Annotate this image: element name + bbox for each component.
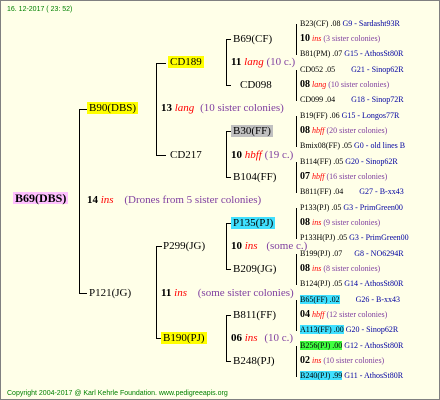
ancestor-row: P133H(PJ) .05 G3 - PrimGreen00 (300, 233, 409, 242)
father-note: (some sister colonies) (197, 287, 294, 299)
ancestor-row: B114(FF) .05 G20 - Sinop62R (300, 157, 398, 166)
connector (156, 155, 166, 156)
ancestor-row: B65(FF) .02 G26 - B-xx43 (300, 295, 401, 304)
sister-row: 08 lang (10 sister colonies) (300, 79, 390, 90)
ancestor-row: P133(PJ) .05 G3 - PrimGreen00 (300, 203, 403, 212)
ancestor-row: A113(FF) .00 G20 - Sinop62R (300, 325, 399, 334)
ancestor-row: B23(CF) .08 G9 - Sardasht93R (300, 19, 400, 28)
connector (296, 208, 297, 239)
p299-bee[interactable]: P299(JG) (161, 240, 207, 252)
sister-row: 07 hbff (16 sister colonies) (300, 171, 388, 182)
mother-code: lang (174, 102, 195, 114)
cd098-bee[interactable]: CD098 (238, 79, 274, 91)
ancestor-row: B81(PM) .07 G15 - AthosSt80R (300, 49, 404, 58)
cd189-bee[interactable]: CD189 (168, 56, 204, 68)
sister-row: 10 ins (3 sister colonies) (300, 33, 381, 44)
b811ff-bee[interactable]: B811(FF) (231, 309, 278, 321)
sister-row: 08 hbff (20 sister colonies) (300, 125, 388, 136)
b209jg-bee[interactable]: B209(JG) (231, 263, 278, 275)
root-num: 14 (87, 194, 98, 206)
connector (226, 39, 227, 86)
ancestor-row: B124(PJ) .05 G14 - AthosSt80R (300, 279, 404, 288)
connector (156, 246, 157, 339)
sister-row: 02 ins (10 sister colonies) (300, 355, 385, 366)
connector (296, 116, 297, 147)
connector (156, 63, 157, 156)
connector (226, 85, 231, 86)
connector (79, 109, 80, 294)
connector (79, 109, 87, 110)
sister-row: 08 ins (8 sister colonies) (300, 263, 381, 274)
root-note: (Drones from 5 sister colonies) (124, 194, 262, 206)
root-bee[interactable]: B69(DBS) (13, 192, 69, 204)
sister-row: 08 ins (9 sister colonies) (300, 217, 381, 228)
p299-info: 10 ins (some c.) (231, 240, 308, 252)
father-code: ins (174, 287, 187, 299)
ancestor-row: Bmix08(FF) .05 G0 - old lines B (300, 141, 406, 150)
connector (296, 346, 297, 377)
connector (226, 223, 227, 270)
cd217-bee[interactable]: CD217 (168, 149, 204, 161)
connector (79, 293, 87, 294)
ancestor-row: B256(PJ) .00 G12 - AthosSt80R (300, 341, 404, 350)
footer-copyright: Copyright 2004-2017 @ Karl Kehrle Founda… (7, 390, 228, 397)
father-num: 11 (161, 287, 172, 299)
mother-num: 13 (161, 102, 172, 114)
connector (296, 254, 297, 285)
b30ff-bee[interactable]: B30(FF) (231, 125, 273, 137)
connector (226, 315, 227, 362)
father-bee[interactable]: P121(JG) (87, 287, 133, 299)
b104ff-bee[interactable]: B104(FF) (231, 171, 278, 183)
connector (296, 162, 297, 193)
p135pj-bee[interactable]: P135(PJ) (231, 217, 276, 229)
b190-info: 06 ins (10 c.) (231, 332, 294, 344)
root-info: 14 ins (Drones from 5 sister colonies) (87, 194, 261, 206)
connector (156, 63, 166, 64)
pedigree-frame: 16. 12-2017 ( 23: 52) B69(DBS) 14 ins (D… (0, 0, 440, 400)
mother-bee[interactable]: B90(DBS) (87, 102, 139, 114)
header-date: 16. 12-2017 ( 23: 52) (7, 6, 73, 13)
connector (226, 131, 227, 178)
ancestor-row: B199(PJ) .07 G8 - NO6294R (300, 249, 404, 258)
ancestor-row: B811(FF) .04 G27 - B-xx43 (300, 187, 404, 196)
mother-note: (10 sister colonies) (200, 102, 284, 114)
ancestor-row: CD052 .05 G21 - Sinop62R (300, 65, 404, 74)
cd189-info: 11 lang (10 c.) (231, 56, 296, 68)
connector (296, 300, 297, 331)
father-info: 11 ins (some sister colonies) (161, 287, 294, 299)
cd217-info: 10 hbff (19 c.) (231, 149, 294, 161)
b190-bee[interactable]: B190(PJ) (161, 332, 207, 344)
ancestor-row: B240(PJ) .99 G11 - AthosSt80R (300, 371, 404, 380)
mother-info: 13 lang (10 sister colonies) (161, 102, 284, 114)
b248pj-bee[interactable]: B248(PJ) (231, 355, 277, 367)
root-code: ins (100, 194, 114, 206)
ancestor-row: B19(FF) .06 G15 - Longos77R (300, 111, 400, 120)
connector (296, 70, 297, 101)
ancestor-row: CD099 .04 G18 - Sinop72R (300, 95, 404, 104)
b69cf-bee[interactable]: B69(CF) (231, 33, 274, 45)
connector (296, 24, 297, 55)
sister-row: 04 hbff (12 sister colonies) (300, 309, 388, 320)
